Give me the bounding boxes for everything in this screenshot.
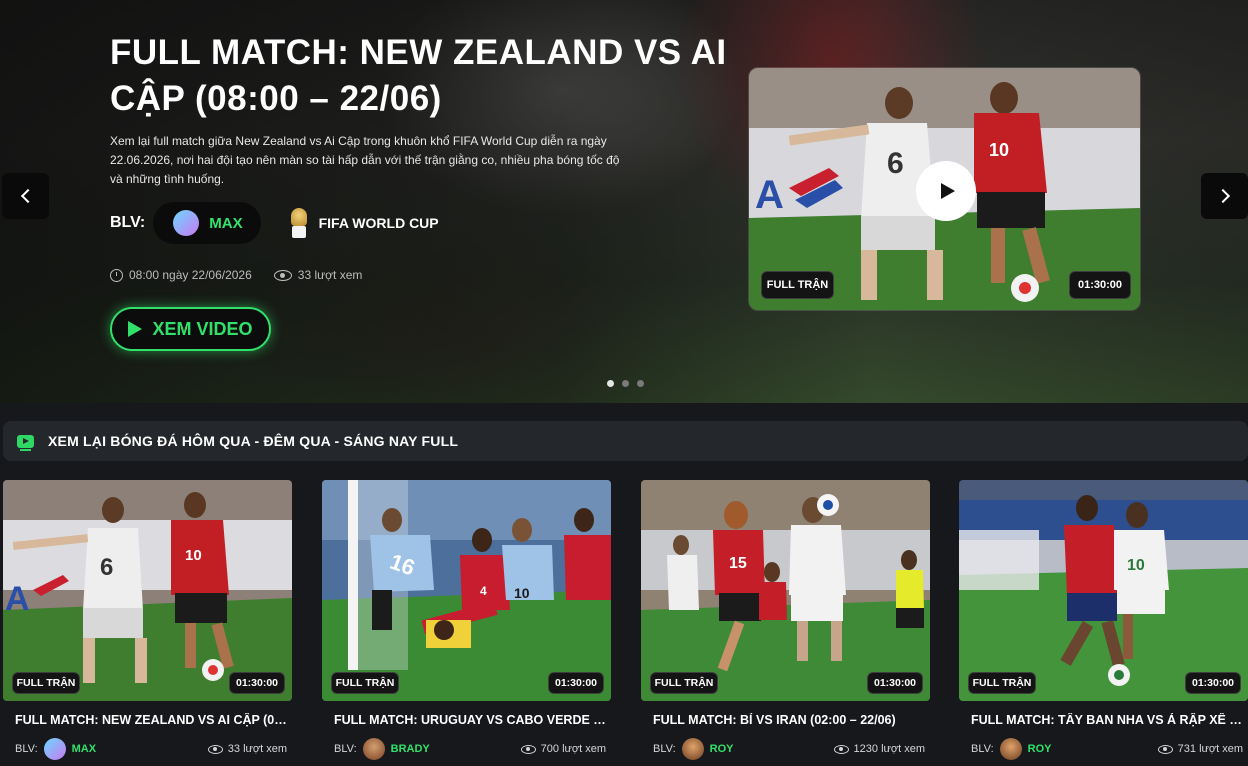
- commentator-avatar: [362, 738, 385, 760]
- chevron-right-icon: [1215, 188, 1230, 204]
- section-header: XEM LẠI BÓNG ĐÁ HÔM QUA - ĐÊM QUA - SÁNG…: [3, 421, 1248, 461]
- svg-text:10: 10: [989, 140, 1009, 160]
- match-thumbnail-image: 15: [641, 480, 930, 701]
- svg-text:6: 6: [887, 147, 904, 180]
- hero-title: FULL MATCH: NEW ZEALAND VS AI CẬP (08:00…: [110, 33, 727, 118]
- match-thumbnail-image: A 6 10: [3, 480, 292, 701]
- match-meta: 08:00 ngày 22/06/2026 33 lượt xem: [110, 268, 362, 282]
- commentator-avatar: [999, 738, 1022, 760]
- eye-icon: [1157, 744, 1173, 754]
- carousel-dot[interactable]: [607, 380, 614, 387]
- commentator-name: MAX: [209, 214, 243, 232]
- eye-icon: [207, 744, 223, 754]
- duration-tag: 01:30:00: [1069, 271, 1131, 299]
- svg-text:10: 10: [1127, 557, 1145, 574]
- match-card-title[interactable]: FULL MATCH: URUGUAY VS CABO VERDE (05:00…: [334, 713, 606, 727]
- match-thumbnail[interactable]: A 6 10 FULL TRẬN 01:30:00: [3, 480, 292, 701]
- eye-icon: [833, 744, 849, 754]
- view-count-text: 700 lượt xem: [540, 743, 606, 755]
- commentator-name[interactable]: ROY: [1028, 743, 1052, 755]
- carousel-prev-button[interactable]: [2, 173, 49, 219]
- chevron-left-icon: [20, 188, 35, 204]
- view-count: 33 lượt xem: [273, 268, 363, 282]
- match-card-meta: BLV: MAX 33 lượt xem: [15, 738, 287, 760]
- play-icon: [941, 183, 955, 199]
- eye-icon: [520, 744, 536, 754]
- commentator-name[interactable]: BRADY: [391, 743, 430, 755]
- match-card-title[interactable]: FULL MATCH: NEW ZEALAND VS AI CẬP (08:00…: [15, 713, 287, 727]
- svg-text:15: 15: [729, 555, 747, 572]
- carousel-dot[interactable]: [637, 380, 644, 387]
- play-icon: [128, 321, 143, 337]
- view-count-text: 33 lượt xem: [227, 743, 287, 755]
- svg-text:6: 6: [100, 554, 113, 581]
- match-thumbnail[interactable]: 15 FULL TRẬN 01:30:00: [641, 480, 930, 701]
- carousel-dot[interactable]: [622, 380, 629, 387]
- league-badge[interactable]: FIFA WORLD CUP: [289, 208, 439, 238]
- match-thumbnail[interactable]: 10 FULL TRẬN 01:30:00: [959, 480, 1248, 701]
- match-thumbnail[interactable]: 16 4 10 FULL TRẬN 01:30:00: [322, 480, 611, 701]
- hero-video-thumbnail[interactable]: A 6 10 FULL TRẬN 01:30:00: [748, 67, 1141, 311]
- full-match-tag: FULL TRẬN: [650, 672, 718, 694]
- full-match-tag: FULL TRẬN: [12, 672, 80, 694]
- commentator-avatar: [43, 738, 66, 760]
- watch-video-button[interactable]: XEM VIDEO: [110, 307, 271, 351]
- hero-play-button[interactable]: [916, 161, 976, 221]
- duration-tag: 01:30:00: [229, 672, 285, 694]
- eye-icon: [273, 269, 292, 281]
- commentator-label: BLV:: [110, 214, 146, 231]
- svg-text:10: 10: [185, 547, 202, 564]
- commentator-label: BLV:: [15, 743, 38, 755]
- commentator-badge[interactable]: MAX: [153, 202, 261, 244]
- match-card-title[interactable]: FULL MATCH: TÂY BAN NHA VS Ả RẬP XÊ ÚT (…: [971, 713, 1243, 727]
- commentator-name[interactable]: ROY: [710, 743, 734, 755]
- hero-banner: FULL MATCH: NEW ZEALAND VS AI CẬP (08:00…: [0, 0, 1248, 403]
- hero-description: Xem lại full match giữa New Zealand vs A…: [110, 134, 620, 186]
- commentator-name[interactable]: MAX: [72, 743, 96, 755]
- view-count: 700 lượt xem: [520, 743, 606, 755]
- match-card[interactable]: 10 FULL TRẬN 01:30:00 FULL MATCH: TÂY BA…: [959, 480, 1248, 766]
- match-card[interactable]: A 6 10 FULL TRẬN 01:30:00 FULL MATCH: NE…: [3, 480, 292, 766]
- match-time: 08:00 ngày 22/06/2026: [110, 268, 252, 282]
- clock-icon: [110, 268, 123, 282]
- tv-icon: [17, 434, 34, 451]
- world-cup-trophy-icon: [289, 208, 309, 238]
- league-name: FIFA WORLD CUP: [318, 215, 439, 231]
- view-count: 33 lượt xem: [207, 743, 287, 755]
- svg-text:4: 4: [480, 584, 487, 598]
- commentator-label: BLV:: [971, 743, 994, 755]
- commentator-row: BLV: MAX FIFA WORLD CUP: [110, 202, 439, 244]
- view-count-text: 1230 lượt xem: [853, 743, 925, 755]
- match-card-meta: BLV: ROY 1230 lượt xem: [653, 738, 925, 760]
- view-count: 731 lượt xem: [1157, 743, 1243, 755]
- section-title: XEM LẠI BÓNG ĐÁ HÔM QUA - ĐÊM QUA - SÁNG…: [48, 433, 459, 449]
- match-card-meta: BLV: ROY 731 lượt xem: [971, 738, 1243, 760]
- svg-text:A: A: [755, 173, 784, 217]
- commentator-avatar: [173, 210, 200, 236]
- duration-tag: 01:30:00: [1185, 672, 1241, 694]
- watch-video-label: XEM VIDEO: [152, 318, 253, 339]
- duration-tag: 01:30:00: [548, 672, 604, 694]
- full-match-tag: FULL TRẬN: [968, 672, 1036, 694]
- commentator-label: BLV:: [653, 743, 676, 755]
- svg-text:A: A: [5, 580, 30, 618]
- view-count-text: 33 lượt xem: [297, 268, 363, 282]
- svg-text:10: 10: [514, 585, 530, 601]
- full-match-tag: FULL TRẬN: [331, 672, 399, 694]
- match-card[interactable]: 16 4 10 FULL TRẬN 01:30:00 FULL MATCH: U…: [322, 480, 611, 766]
- match-thumbnail-image: 10: [959, 480, 1248, 701]
- match-time-text: 08:00 ngày 22/06/2026: [129, 268, 252, 282]
- commentator-label: BLV:: [334, 743, 357, 755]
- carousel-dots: [607, 380, 644, 387]
- view-count: 1230 lượt xem: [833, 743, 925, 755]
- full-match-tag: FULL TRẬN: [761, 271, 834, 299]
- match-thumbnail-image: 16 4 10: [322, 480, 611, 701]
- match-card-meta: BLV: BRADY 700 lượt xem: [334, 738, 606, 760]
- carousel-next-button[interactable]: [1201, 173, 1248, 219]
- commentator-avatar: [681, 738, 704, 760]
- view-count-text: 731 lượt xem: [1177, 743, 1243, 755]
- duration-tag: 01:30:00: [867, 672, 923, 694]
- match-card[interactable]: 15 FULL TRẬN 01:30:00 FULL MATCH: BỈ VS …: [641, 480, 930, 766]
- match-card-title[interactable]: FULL MATCH: BỈ VS IRAN (02:00 – 22/06): [653, 713, 925, 727]
